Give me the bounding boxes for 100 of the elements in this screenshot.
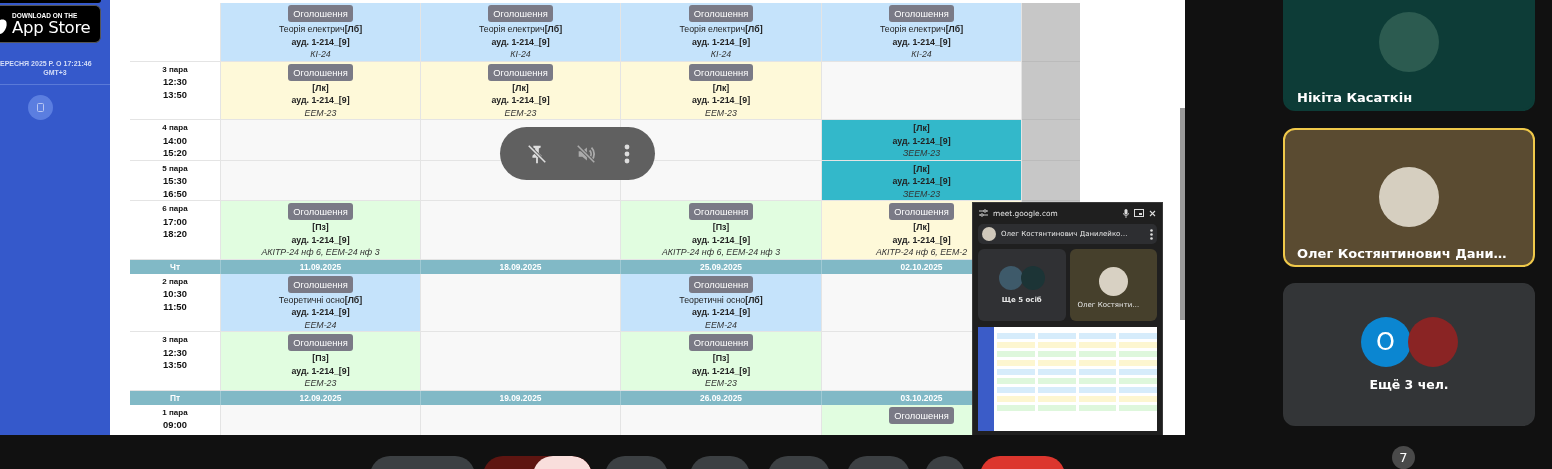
more-button[interactable] [623,142,630,165]
avatar-circle [1407,317,1458,367]
group-label: ЗЕЕМ-23 [902,147,941,160]
pair-number: 3 пара [162,334,188,346]
disabled-cell [1022,3,1080,62]
lesson-title: [Лк] [913,221,930,234]
announcement-button[interactable]: Оголошення [688,203,754,220]
tune-icon[interactable] [979,209,988,217]
end-time: 11:50 [163,300,187,313]
group-label: КІ-24 [710,48,732,61]
group-label: АКІТР-24 нф 6, ЕЕМ-24 нф 3 [261,246,380,259]
pair-number: 5 пара [162,162,188,175]
start-time: 09:00 [163,419,187,432]
more-icon[interactable] [1150,228,1153,240]
announcement-button[interactable]: Оголошення [488,5,553,22]
room-label: ауд. 1-214_[9] [291,35,350,48]
announcement-button[interactable]: Оголошення [288,334,353,351]
avatar-circle [1020,266,1045,290]
sound-slash-button[interactable] [574,142,597,165]
start-time: 12:30 [163,76,187,89]
group-label: КІ-24 [510,48,531,61]
announcement-button[interactable]: Оголошення [688,5,754,22]
pin-slash-button[interactable] [525,142,548,165]
start-time: 12:30 [163,346,187,359]
group-label: ЕЕМ-23 [705,106,737,119]
badge-title: App Store [12,18,91,37]
announcement-button[interactable]: Оголошення [889,406,954,424]
start-time: 17:00 [163,215,187,228]
participant-name: Нікіта Касаткін [1297,90,1413,105]
pair-number: 6 пара [162,203,188,215]
lesson-title: Теорія електрич[Лб] [478,23,563,36]
window-icon[interactable] [1134,209,1144,217]
disabled-cell [1022,61,1080,120]
announcement-button[interactable]: Оголошення [889,203,954,220]
lesson-title: [Пз] [712,221,730,234]
avatar-circle [1379,167,1439,227]
announcement-button[interactable]: Оголошення [288,203,353,220]
participant-count-label: Ещё 3 чел. [1369,377,1449,392]
disabled-cell [1022,160,1080,201]
room-label: ауд. 1-214_[9] [892,233,951,246]
lesson-title: [Пз] [312,352,329,365]
group-label: ЕЕМ-24 [304,318,337,331]
start-time: 10:30 [163,288,187,301]
avatar-circle [1098,267,1128,296]
room-label: ауд. 1-214_[9] [291,364,350,377]
lesson-title: [Лк] [913,122,930,135]
lesson-title: [Пз] [712,352,730,365]
group-label: КІ-24 [911,48,932,61]
end-time: 13:50 [163,359,187,372]
announcement-button[interactable]: Оголошення [288,275,353,293]
round-button[interactable] [28,95,53,120]
lesson-title: Теоретичні осно[Лб] [679,293,763,306]
lesson-title: Теоретичні осно[Лб] [278,293,363,306]
announcement-button[interactable]: Оголошення [288,63,353,81]
start-time: 15:30 [163,175,187,188]
lesson-title: [Пз] [312,221,329,234]
lesson-title: Теорія електрич[Лб] [679,23,763,36]
lesson-title: [Лк] [913,162,930,175]
room-label: ауд. 1-214_[9] [491,35,550,48]
lesson-title: [Лк] [312,81,329,94]
announcement-button[interactable]: Оголошення [688,275,754,293]
announcement-button[interactable]: Оголошення [688,63,754,81]
more-icon [623,142,630,165]
pair-number: 3 пара [162,63,188,76]
mic-icon[interactable] [1123,208,1129,218]
room-label: ауд. 1-214_[9] [691,94,751,107]
group-label: ЕЕМ-24 [705,318,737,331]
room-label: ауд. 1-214_[9] [691,35,751,48]
group-label: АКІТР-24 нф 6, ЕЕМ-24 нф 3 [661,246,781,259]
lesson-title: Теорія електрич[Лб] [879,23,964,36]
group-label: ЕЕМ-23 [304,377,337,390]
pair-number: 4 пара [162,122,188,134]
group-label: ЗЕЕМ-23 [902,187,941,200]
avatar-circle [982,227,996,241]
square-icon [37,103,44,112]
room-label: ауд. 1-214_[9] [892,35,951,48]
room-label: ауд. 1-214_[9] [291,94,350,107]
room-label: ауд. 1-214_[9] [291,306,350,319]
announcement-button[interactable]: Оголошення [889,5,954,22]
announcement-button[interactable]: Оголошення [688,334,754,351]
lesson-title: [Лк] [712,81,730,94]
count-badge: 7 [1392,446,1415,469]
room-label: ауд. 1-214_[9] [491,94,550,107]
group-label: АКІТР-24 нф 6, ЕЕМ-2 [875,246,968,259]
announcement-button[interactable]: Оголошення [288,5,353,22]
group-label: КІ-24 [310,48,331,61]
room-label: ауд. 1-214_[9] [691,306,751,319]
end-time: 15:20 [163,147,187,160]
close-icon[interactable] [1149,209,1156,217]
avatar-circle [998,266,1023,290]
announcement-button[interactable]: Оголошення [488,63,553,81]
start-time: 14:00 [163,134,187,147]
group-label: ЕЕМ-23 [504,106,537,119]
room-label: ауд. 1-214_[9] [892,134,951,147]
room-label: ауд. 1-214_[9] [892,175,951,188]
avatar-initial: О [1360,317,1411,367]
sound-slash-icon [574,142,597,165]
room-label: ауд. 1-214_[9] [291,233,350,246]
lesson-title: [Лк] [512,81,529,94]
lesson-title: Теорія електрич[Лб] [278,23,363,36]
